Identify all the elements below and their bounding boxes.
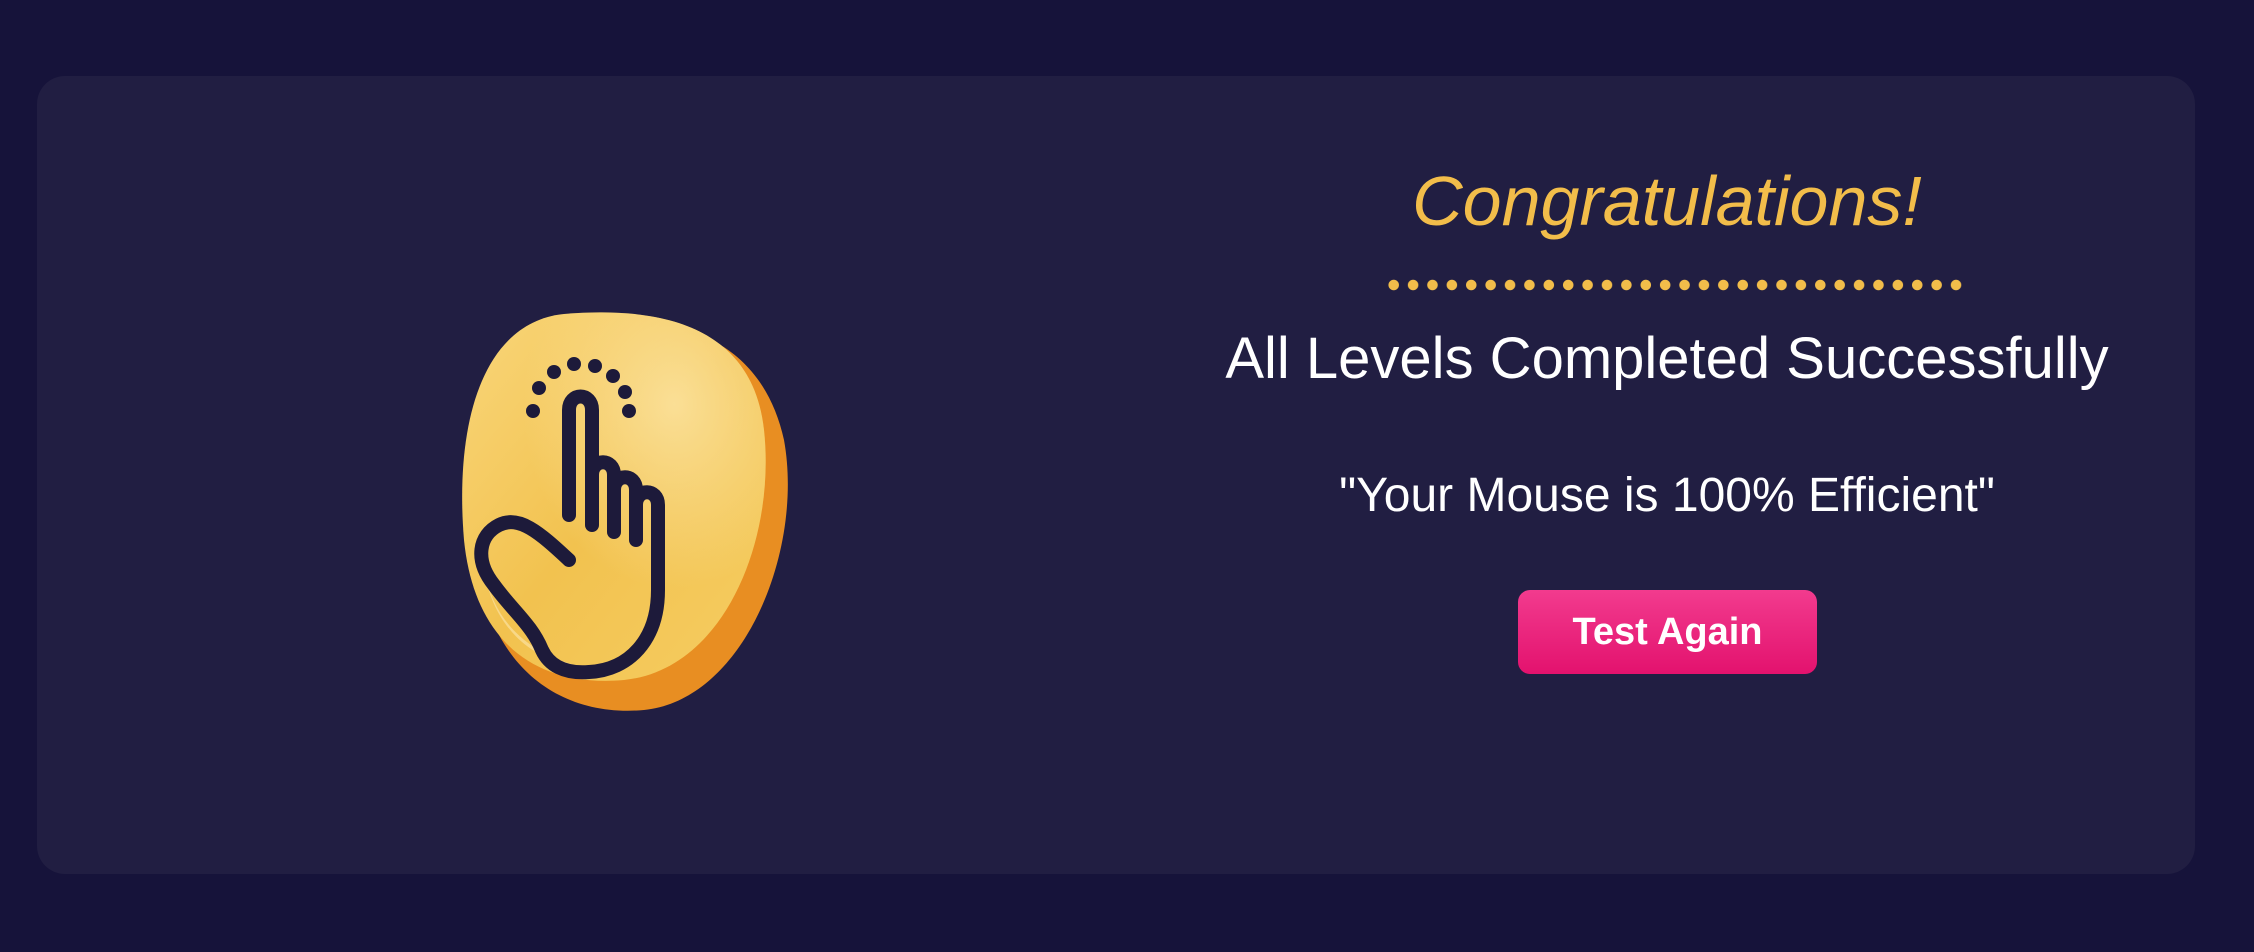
result-panel: Congratulations! All Levels Completed Su… bbox=[1167, 76, 2167, 874]
dotted-divider bbox=[1384, 278, 1966, 292]
congratulations-title: Congratulations! bbox=[1412, 162, 1922, 240]
tap-hand-icon bbox=[454, 270, 814, 730]
result-card: Congratulations! All Levels Completed Su… bbox=[37, 76, 2195, 874]
test-again-button[interactable]: Test Again bbox=[1518, 590, 1817, 674]
efficiency-message: "Your Mouse is 100% Efficient" bbox=[1339, 469, 1995, 522]
completion-subtitle: All Levels Completed Successfully bbox=[1225, 326, 2109, 391]
